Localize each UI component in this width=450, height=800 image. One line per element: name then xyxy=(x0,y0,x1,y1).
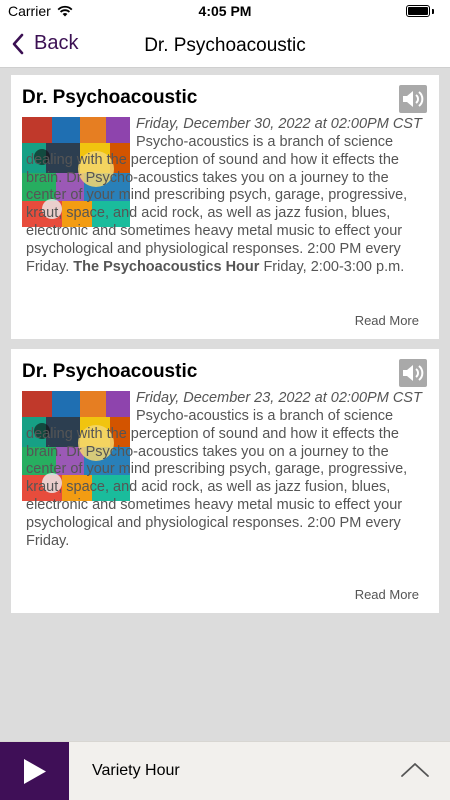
status-bar: Carrier 4:05 PM xyxy=(0,0,450,22)
expand-player-button[interactable] xyxy=(400,758,430,782)
chevron-up-icon xyxy=(401,763,429,777)
battery-icon xyxy=(406,5,430,17)
read-more-link[interactable]: Read More xyxy=(355,313,419,328)
status-time: 4:05 PM xyxy=(198,3,252,19)
speaker-icon[interactable] xyxy=(399,359,427,387)
play-button[interactable] xyxy=(0,742,69,800)
episode-show-name: The Psychoacoustics Hour xyxy=(73,258,260,275)
episode-card[interactable]: Dr. Psychoacoustic xyxy=(11,75,439,339)
episode-title: Dr. Psychoacoustic xyxy=(22,361,198,382)
read-more-link[interactable]: Read More xyxy=(355,587,419,602)
play-icon xyxy=(24,759,46,784)
battery-tip xyxy=(432,9,434,14)
page-title: Dr. Psychoacoustic xyxy=(144,35,306,56)
episode-description: Psycho-acoustics is a branch of science … xyxy=(26,408,408,549)
now-playing-title: Variety Hour xyxy=(92,762,180,779)
episode-card[interactable]: Dr. Psychoacoustic xyxy=(11,349,439,613)
episode-date: Friday, December 30, 2022 at 02:00PM CST xyxy=(136,116,422,132)
episode-description: Psycho-acoustics is a branch of science … xyxy=(26,134,425,276)
episode-schedule: Friday, 2:00-3:00 p.m. xyxy=(263,258,405,275)
episode-title: Dr. Psychoacoustic xyxy=(22,87,198,108)
episode-date: Friday, December 23, 2022 at 02:00PM CST xyxy=(136,390,422,406)
mini-player: Variety Hour xyxy=(0,741,450,800)
episode-description-text: Psycho-acoustics is a branch of science … xyxy=(26,134,408,275)
navigation-bar: Back Dr. Psychoacoustic xyxy=(0,22,450,68)
speaker-icon[interactable] xyxy=(399,85,427,113)
